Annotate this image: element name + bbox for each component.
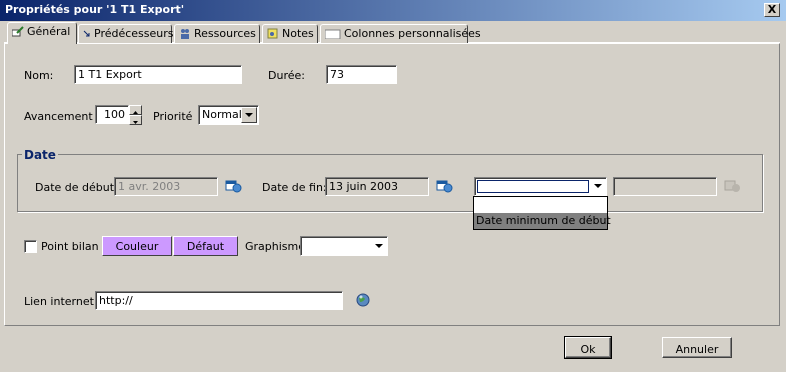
constraint-focus-box (477, 180, 589, 193)
milestone-checkbox[interactable] (24, 240, 37, 253)
priority-dropdown-button[interactable] (241, 107, 257, 123)
dropdown-option-empty[interactable] (474, 197, 607, 213)
ok-button[interactable]: Ok (564, 336, 612, 359)
tab-notes-label: Notes (282, 27, 314, 40)
progress-field[interactable]: 100 (95, 105, 129, 124)
notes-icon (267, 28, 279, 39)
dropdown-option-min-start[interactable]: Date minimum de début (474, 213, 611, 229)
constraint-date-field[interactable] (613, 177, 717, 196)
constraint-dropdown-button[interactable] (591, 180, 605, 193)
tab-custom-columns-label: Colonnes personnalisées (344, 27, 481, 40)
window-title: Propriétés pour '1 T1 Export' (5, 3, 185, 16)
tab-notes[interactable]: Notes (262, 24, 318, 43)
start-date-field[interactable]: 1 avr. 2003 (114, 177, 218, 196)
globe-icon[interactable] (355, 292, 371, 308)
tab-predecessors[interactable]: Prédécesseurs (78, 24, 174, 43)
chevron-down-icon (594, 184, 602, 188)
chevron-down-icon (133, 121, 138, 124)
progress-decrement[interactable] (129, 115, 142, 125)
color-button[interactable]: Couleur (102, 236, 172, 256)
start-date-label: Date de début: (35, 181, 118, 194)
tab-resources[interactable]: Ressources (174, 24, 260, 43)
cancel-button[interactable]: Annuler (662, 337, 732, 358)
name-field[interactable]: 1 T1 Export (74, 65, 242, 84)
link-label: Lien internet (24, 295, 94, 308)
end-date-field[interactable]: 13 juin 2003 (325, 177, 429, 196)
date-group-legend: Date (22, 148, 58, 162)
constraint-calendar-icon[interactable] (723, 177, 741, 195)
constraint-dropdown-list: Date minimum de début (473, 196, 611, 230)
name-label: Nom: (24, 69, 54, 82)
chevron-down-icon (245, 113, 253, 117)
arrow-icon (83, 28, 91, 39)
tab-general-label: Général (27, 25, 71, 38)
close-button[interactable]: X (764, 3, 780, 17)
priority-label: Priorité (153, 110, 193, 123)
tab-general[interactable]: Général (7, 22, 77, 44)
style-label: Graphisme (245, 240, 306, 253)
start-date-calendar-icon[interactable] (224, 177, 242, 195)
progress-label: Avancement (24, 110, 93, 123)
tab-custom-columns[interactable]: Colonnes personnalisées (320, 24, 481, 43)
milestone-label: Point bilan (41, 240, 99, 253)
constraint-select[interactable] (474, 177, 607, 196)
default-color-button[interactable]: Défaut (173, 236, 238, 256)
end-date-calendar-icon[interactable] (435, 177, 453, 195)
progress-increment[interactable] (129, 105, 142, 115)
style-dropdown-button[interactable] (372, 239, 386, 253)
task-properties-icon (11, 26, 24, 37)
people-icon (179, 28, 191, 39)
tab-predecessors-label: Prédécesseurs (94, 27, 174, 40)
link-field[interactable]: http:// (95, 291, 343, 310)
tab-resources-label: Ressources (194, 27, 256, 40)
chevron-down-icon (375, 244, 383, 248)
columns-icon (324, 28, 341, 40)
end-date-label: Date de fin: (262, 181, 327, 194)
duration-field[interactable]: 73 (326, 65, 397, 84)
duration-label: Durée: (268, 69, 305, 82)
